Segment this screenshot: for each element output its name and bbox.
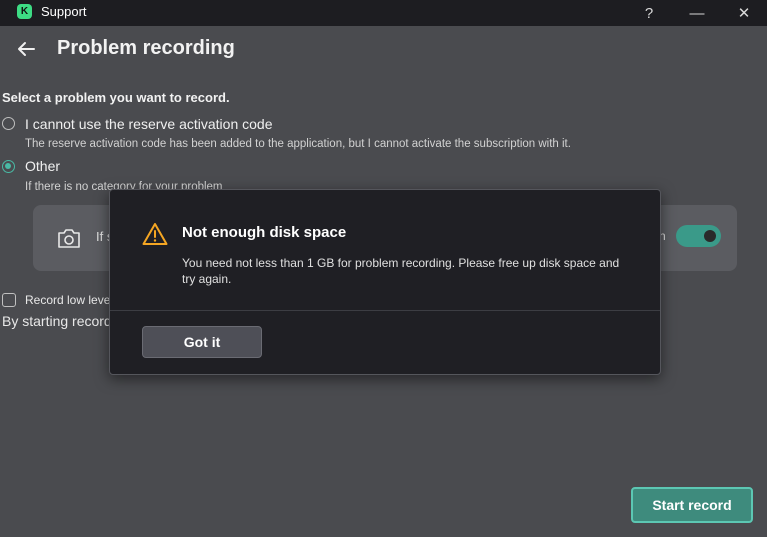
- warning-icon: [142, 223, 168, 245]
- window-title: Support: [41, 4, 87, 19]
- option-label-other[interactable]: Other: [25, 158, 60, 174]
- title-bar: K Support ? — ✕: [0, 0, 767, 26]
- back-arrow-icon[interactable]: [14, 37, 38, 61]
- option-description-reserve-code: The reserve activation code has been add…: [25, 138, 571, 150]
- page-title: Problem recording: [57, 37, 235, 59]
- minimize-button[interactable]: —: [674, 0, 720, 26]
- radio-other[interactable]: [2, 160, 15, 173]
- dialog-title: Not enough disk space: [182, 224, 347, 241]
- disk-space-dialog: Not enough disk space You need not less …: [109, 189, 661, 375]
- close-button[interactable]: ✕: [721, 0, 767, 26]
- app-logo-icon: K: [17, 4, 32, 19]
- camera-icon: [58, 229, 80, 248]
- record-low-level-label[interactable]: Record low level: [25, 293, 113, 307]
- radio-reserve-code[interactable]: [2, 117, 15, 130]
- section-label: Select a problem you want to record.: [2, 90, 230, 105]
- start-record-button[interactable]: Start record: [631, 487, 753, 523]
- screenshot-toggle[interactable]: [676, 225, 721, 247]
- starting-info-text: By starting record: [2, 313, 112, 329]
- dialog-message: You need not less than 1 GB for problem …: [182, 256, 620, 286]
- record-low-level-checkbox[interactable]: [2, 293, 16, 307]
- help-button[interactable]: ?: [626, 0, 672, 26]
- got-it-button[interactable]: Got it: [142, 326, 262, 358]
- dialog-divider: [110, 310, 660, 311]
- option-label-reserve-code[interactable]: I cannot use the reserve activation code: [25, 116, 272, 132]
